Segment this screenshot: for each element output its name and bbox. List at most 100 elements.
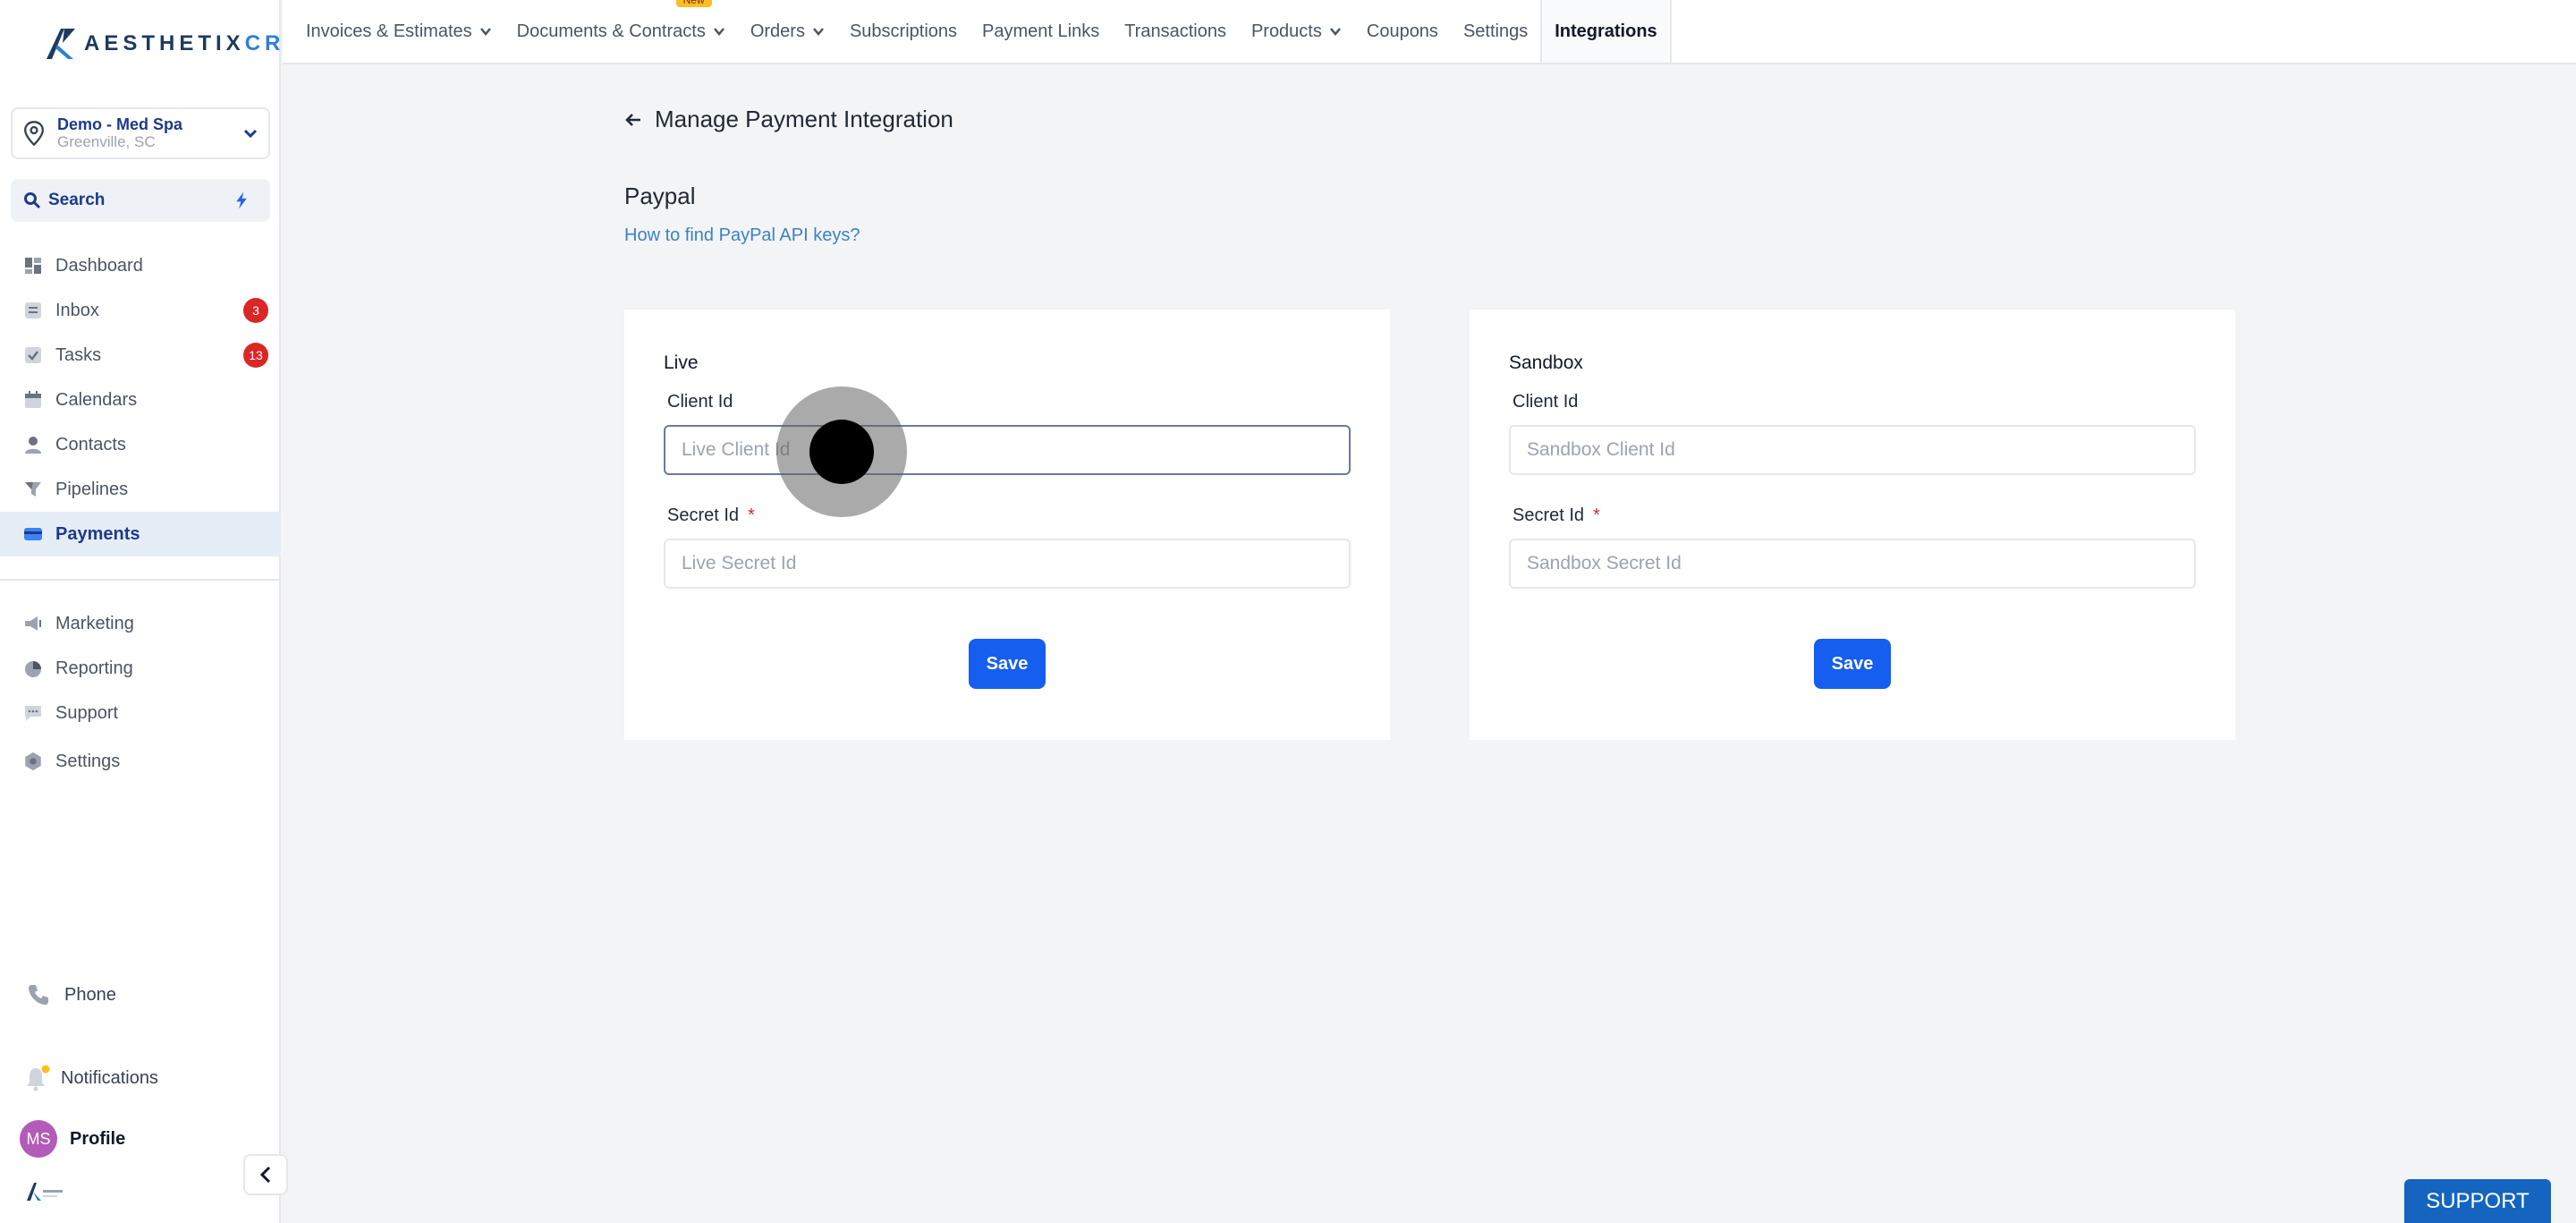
sidebar-item-label: Reporting [55,658,133,678]
provider-title: Paypal [624,183,696,209]
sandbox-save-button[interactable]: Save [1814,639,1891,689]
sidebar-item-pipelines[interactable]: Pipelines [0,467,281,512]
sidebar-item-label: Dashboard [55,255,143,276]
brand-logo[interactable]: AESTHETIXCRM [43,25,307,63]
page-title: Manage Payment Integration [655,106,953,132]
paypal-help-link[interactable]: How to find PayPal API keys? [624,225,860,246]
tab-label: Coupons [1366,21,1438,41]
tab-settings[interactable]: Settings [1451,0,1540,63]
marketing-icon [23,614,43,633]
sidebar-item-label: Payments [55,523,140,544]
location-switcher[interactable]: Demo - Med Spa Greenville, SC [11,107,270,159]
tab-label: Payment Links [982,21,1100,41]
sidebar-nav: Dashboard Inbox 3 Tasks 13 Calendars Con… [0,243,281,556]
top-navigation: Invoices & Estimates New Documents & Con… [283,0,2576,64]
sidebar-item-label: Calendars [55,389,138,410]
reporting-icon [23,658,43,678]
sandbox-secret-id-input[interactable] [1509,539,2196,589]
chevron-down-icon [812,28,824,36]
sidebar-item-reporting[interactable]: Reporting [0,646,281,691]
location-name: Demo - Med Spa [57,115,183,133]
sidebar-item-label: Inbox [55,300,99,320]
live-card-title: Live [664,352,699,373]
tasks-icon [23,345,43,365]
profile-button[interactable]: MS Profile [20,1120,125,1158]
map-pin-icon [24,121,44,147]
search-label: Search [48,191,106,209]
tab-products[interactable]: Products [1239,0,1354,63]
notifications-label: Notifications [61,1067,158,1088]
settings-icon [23,752,43,771]
tab-label: Products [1250,21,1322,41]
phone-icon [29,985,48,1005]
calendar-icon [23,390,43,410]
tab-invoices-estimates[interactable]: Invoices & Estimates [293,0,504,63]
live-secret-id-input[interactable] [664,539,1351,589]
tab-documents-contracts[interactable]: New Documents & Contracts [504,0,738,63]
inbox-count-badge: 3 [243,298,268,323]
search-icon [24,192,41,209]
sidebar-item-dashboard[interactable]: Dashboard [0,243,281,288]
phone-button[interactable]: Phone [27,983,116,1006]
tab-subscriptions[interactable]: Subscriptions [837,0,970,63]
sidebar-item-calendars[interactable]: Calendars [0,378,281,422]
live-client-id-input[interactable] [664,425,1351,475]
tab-coupons[interactable]: Coupons [1354,0,1451,63]
required-mark: * [748,505,755,525]
search-button[interactable]: Search [11,179,270,222]
sandbox-client-id-label: Client Id [1513,392,1579,412]
sidebar-item-tasks[interactable]: Tasks 13 [0,333,281,378]
location-city: Greenville, SC [57,133,156,150]
sidebar-item-label: Settings [55,751,121,771]
tasks-count-badge: 13 [243,343,268,368]
tab-label: Subscriptions [849,21,958,41]
chevron-down-icon [243,129,258,139]
live-secret-id-label: Secret Id * [667,505,755,526]
sandbox-credentials-card: Sandbox Client Id Secret Id * Save [1470,310,2235,740]
live-secret-label-text: Secret Id [667,505,740,525]
small-logo-icon [27,1183,63,1201]
tab-orders[interactable]: Orders [738,0,837,63]
sidebar-item-settings[interactable]: Settings [0,739,281,784]
sidebar-item-inbox[interactable]: Inbox 3 [0,288,281,333]
tab-payment-links[interactable]: Payment Links [970,0,1112,63]
sidebar-item-contacts[interactable]: Contacts [0,422,281,467]
back-button[interactable]: Manage Payment Integration [624,106,953,133]
sandbox-client-id-input[interactable] [1509,425,2196,475]
click-indicator-dot [809,420,874,484]
new-badge: New [675,0,712,7]
sidebar-item-label: Tasks [55,344,102,365]
sidebar-item-payments[interactable]: Payments [0,512,281,556]
chevron-down-icon [479,28,491,36]
sidebar-divider [0,579,281,581]
support-button[interactable]: SUPPORT [2404,1179,2551,1223]
sidebar-item-label: Marketing [55,613,134,633]
inbox-icon [23,301,43,320]
sidebar-item-support[interactable]: Support [0,691,281,735]
tab-label: Invoices & Estimates [306,21,472,41]
chevron-down-icon [1329,28,1341,36]
logo-mark-icon [47,29,75,59]
sidebar: AESTHETIXCRM Demo - Med Spa Greenville, … [0,0,302,1223]
avatar: MS [20,1120,57,1158]
tab-integrations[interactable]: Integrations [1540,0,1672,63]
notifications-button[interactable]: Notifications [25,1065,158,1091]
live-save-button[interactable]: Save [969,639,1046,689]
arrow-left-icon [625,113,640,126]
tab-label: Integrations [1555,21,1657,41]
tab-transactions[interactable]: Transactions [1112,0,1239,63]
sidebar-item-marketing[interactable]: Marketing [0,601,281,646]
chat-icon [23,703,43,723]
chevron-left-icon [259,1166,271,1184]
sidebar-item-label: Contacts [55,434,126,454]
chevron-down-icon [713,28,724,36]
lightning-icon[interactable] [233,191,250,209]
tab-label: Documents & Contracts [516,21,706,41]
payments-icon [23,524,43,544]
collapse-sidebar-button[interactable] [243,1154,288,1195]
live-credentials-card: Live Client Id Secret Id * Save [624,310,1390,740]
brand-name: AESTHETIXCRM [84,31,308,55]
tab-label: Orders [750,21,805,41]
bell-icon [27,1065,50,1091]
pipelines-icon [23,480,43,499]
